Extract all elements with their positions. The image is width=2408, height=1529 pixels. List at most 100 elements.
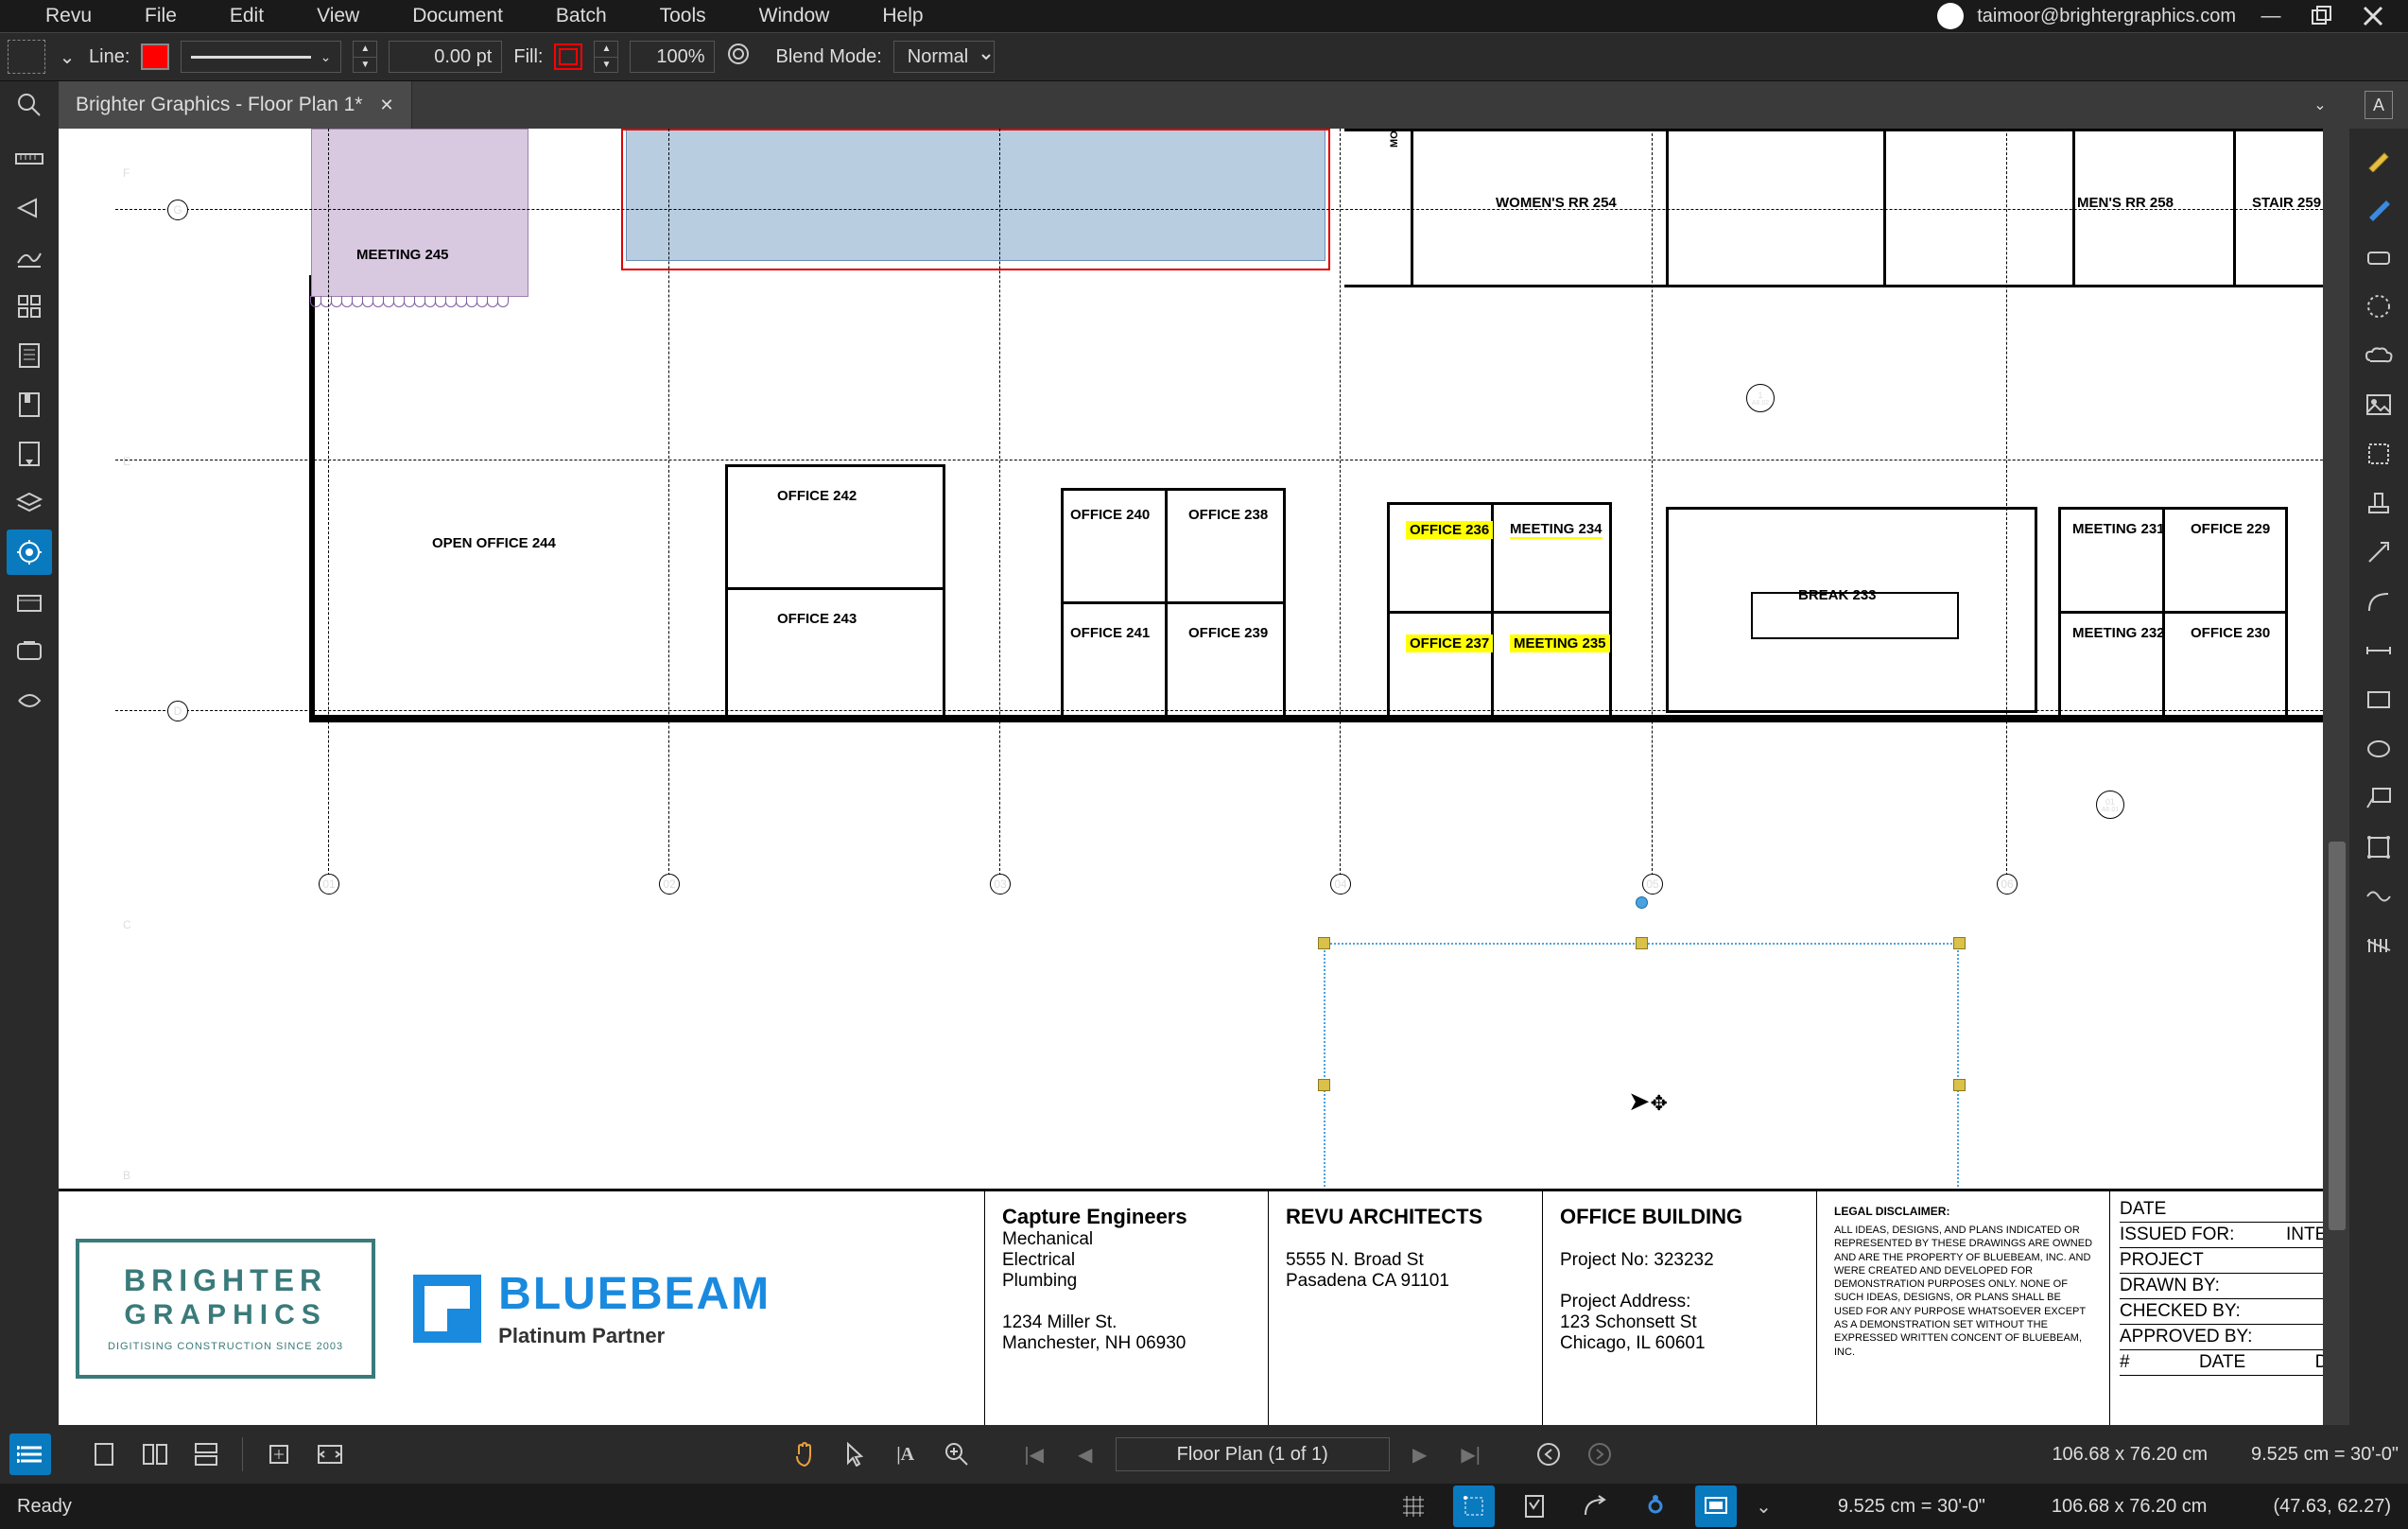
- pan-tool-button[interactable]: [783, 1433, 824, 1475]
- thumbnails-panel-button[interactable]: [7, 284, 52, 329]
- fit-width-button[interactable]: [309, 1433, 351, 1475]
- forms-panel-button[interactable]: [7, 333, 52, 378]
- last-page-button[interactable]: ▶|: [1450, 1433, 1492, 1475]
- text-select-button[interactable]: |A: [885, 1433, 927, 1475]
- close-button[interactable]: [2357, 0, 2389, 32]
- user-account[interactable]: taimoor@brightergraphics.com: [1937, 3, 2236, 29]
- sets-panel-button[interactable]: [7, 628, 52, 673]
- opacity-spinner[interactable]: ▲▼: [594, 41, 618, 73]
- search-button[interactable]: [0, 81, 59, 129]
- fill-color-swatch[interactable]: [554, 43, 582, 70]
- vertical-scrollbar[interactable]: [2323, 129, 2349, 1425]
- callout-tool[interactable]: [2356, 775, 2401, 821]
- document-tab[interactable]: Brighter Graphics - Floor Plan 1* ✕: [59, 81, 412, 129]
- room-label: OPEN OFFICE 244: [432, 535, 556, 551]
- opacity-field[interactable]: 100%: [630, 41, 715, 73]
- zoom-button[interactable]: [936, 1433, 978, 1475]
- line-style-dropdown[interactable]: ⌄: [181, 41, 341, 73]
- maximize-button[interactable]: [2306, 0, 2338, 32]
- menu-help[interactable]: Help: [856, 5, 949, 27]
- line-weight-spinner[interactable]: ▲▼: [353, 41, 377, 73]
- highlighter-tool[interactable]: [2356, 136, 2401, 182]
- first-page-button[interactable]: |◀: [1013, 1433, 1055, 1475]
- split-horizontal-button[interactable]: [185, 1433, 227, 1475]
- studio-panel-button[interactable]: [7, 579, 52, 624]
- menu-file[interactable]: File: [118, 5, 203, 27]
- prev-page-button[interactable]: ◀: [1065, 1433, 1106, 1475]
- resize-handle-e[interactable]: [1953, 1079, 1966, 1091]
- selection-mode-button[interactable]: [8, 40, 45, 74]
- flags-panel-button[interactable]: [7, 382, 52, 427]
- page-indicator[interactable]: Floor Plan (1 of 1): [1116, 1437, 1390, 1471]
- prev-view-button[interactable]: [1528, 1433, 1569, 1475]
- layers-panel-button[interactable]: [7, 480, 52, 526]
- split-vertical-button[interactable]: [134, 1433, 176, 1475]
- tab-close-button[interactable]: ✕: [379, 96, 393, 115]
- measurements-panel-button[interactable]: [7, 136, 52, 182]
- status-bar: Ready ⌄ 9.525 cm = 30'-0" 106.68 x 76.20…: [0, 1484, 2408, 1529]
- signatures-panel-button[interactable]: [7, 235, 52, 280]
- stamp-tool[interactable]: [2356, 480, 2401, 526]
- resize-handle-nw[interactable]: [1318, 937, 1330, 949]
- line-weight-field[interactable]: 0.00 pt: [389, 41, 502, 73]
- reuse-button[interactable]: [1574, 1486, 1616, 1527]
- resize-handle-w[interactable]: [1318, 1079, 1330, 1091]
- count-tool[interactable]: [2356, 923, 2401, 968]
- snap-markup-button[interactable]: [1514, 1486, 1555, 1527]
- next-page-button[interactable]: ▶: [1399, 1433, 1441, 1475]
- room-label: OFFICE 238: [1188, 507, 1268, 523]
- grid-bubble: 06: [1997, 874, 2018, 895]
- fill-label: Fill:: [513, 46, 543, 68]
- image-tool[interactable]: [2356, 382, 2401, 427]
- menu-window[interactable]: Window: [733, 5, 857, 27]
- selection-mode-dropdown[interactable]: ⌄: [57, 45, 78, 69]
- status-scale[interactable]: 9.525 cm = 30'-0": [1838, 1496, 1985, 1518]
- menu-view[interactable]: View: [290, 5, 386, 27]
- resize-handle-ne[interactable]: [1953, 937, 1966, 949]
- menu-tools[interactable]: Tools: [633, 5, 733, 27]
- cloud-tool[interactable]: [2356, 333, 2401, 378]
- hatch-button[interactable]: [726, 42, 764, 72]
- presentation-button[interactable]: [1695, 1486, 1737, 1527]
- resize-handle-n[interactable]: [1636, 937, 1648, 949]
- minimize-button[interactable]: —: [2255, 0, 2287, 32]
- polyline-tool[interactable]: [2356, 628, 2401, 673]
- snap-content-button[interactable]: [1453, 1486, 1495, 1527]
- menu-batch[interactable]: Batch: [529, 5, 633, 27]
- menu-edit[interactable]: Edit: [203, 5, 290, 27]
- next-view-button[interactable]: [1579, 1433, 1620, 1475]
- bookmarks-panel-button[interactable]: [7, 185, 52, 231]
- single-page-button[interactable]: [83, 1433, 125, 1475]
- menu-document[interactable]: Document: [386, 5, 529, 27]
- links-panel-button[interactable]: [7, 431, 52, 477]
- fit-page-button[interactable]: [258, 1433, 300, 1475]
- document-viewport[interactable]: MEETING 245 OPEN OFFICE 244 OFFICE 242 O…: [59, 129, 2349, 1425]
- scrollbar-thumb[interactable]: [2329, 842, 2346, 1230]
- toc-button[interactable]: [9, 1433, 51, 1475]
- ellipse-tool[interactable]: [2356, 726, 2401, 772]
- sync-button[interactable]: [1635, 1486, 1676, 1527]
- rectangle-tool[interactable]: [2356, 677, 2401, 722]
- blend-mode-select[interactable]: Normal: [893, 41, 995, 73]
- snap-grid-button[interactable]: [1393, 1486, 1434, 1527]
- markups-panel-button[interactable]: [7, 677, 52, 722]
- shapes-tool[interactable]: [2356, 284, 2401, 329]
- eraser-tool[interactable]: [2356, 235, 2401, 280]
- pen-tool[interactable]: [2356, 185, 2401, 231]
- arrow-tool[interactable]: [2356, 530, 2401, 575]
- menu-revu[interactable]: Revu: [19, 5, 118, 27]
- page-scale[interactable]: 9.525 cm = 30'-0": [2251, 1444, 2399, 1466]
- tab-overflow-button[interactable]: ⌄: [2291, 81, 2349, 129]
- select-tool-button[interactable]: [834, 1433, 875, 1475]
- text-annotation-button[interactable]: A: [2349, 81, 2408, 129]
- line-color-swatch[interactable]: [141, 43, 169, 70]
- dimension-tool[interactable]: [2356, 825, 2401, 870]
- selected-markup[interactable]: [1324, 943, 1959, 1225]
- properties-panel-button[interactable]: [7, 530, 52, 575]
- document-page[interactable]: MEETING 245 OPEN OFFICE 244 OFFICE 242 O…: [59, 129, 2349, 1425]
- arc-tool[interactable]: [2356, 579, 2401, 624]
- rotate-handle[interactable]: [1636, 896, 1648, 909]
- crop-tool[interactable]: [2356, 431, 2401, 477]
- sketch-tool[interactable]: [2356, 874, 2401, 919]
- section-callout: 1A6.02: [1746, 384, 1775, 412]
